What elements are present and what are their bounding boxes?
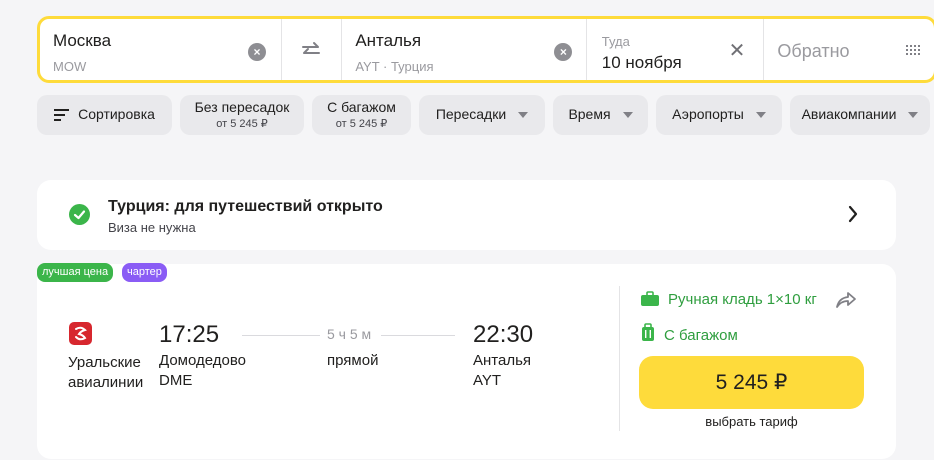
destination-code: AYT · Турция (355, 59, 434, 74)
swap-field (282, 19, 343, 80)
share-icon[interactable] (834, 290, 858, 310)
hand-luggage-option: Ручная кладь 1×10 кг (640, 291, 817, 308)
origin-field[interactable]: Москва MOW × (40, 19, 283, 80)
travel-info-title: Турция: для путешествий открыто (108, 198, 383, 215)
flight-card[interactable]: Уральские авиалинии 17:25 Домодедово DME… (37, 264, 896, 459)
departure-place: Домодедово DME (159, 351, 246, 391)
chevron-down-icon (622, 112, 633, 118)
hand-luggage-label: Ручная кладь 1×10 кг (668, 291, 817, 308)
filter-bar: Сортировка Без пересадок от 5 245 ₽ С ба… (37, 95, 934, 135)
calendar-icon (906, 45, 921, 55)
origin-city: Москва (53, 31, 112, 50)
route-line-left (242, 335, 320, 336)
sort-icon (54, 109, 70, 121)
departure-date-field[interactable]: Туда 10 ноября ✕ (587, 19, 765, 80)
baggage-label: С багажом (327, 99, 396, 116)
nonstop-label: Без пересадок (194, 99, 290, 116)
airline-name: Уральские авиалинии (68, 353, 143, 393)
destination-field[interactable]: Анталья AYT · Турция × (342, 19, 587, 80)
airports-label: Аэропорты (672, 106, 744, 123)
card-divider (619, 286, 620, 431)
chevron-down-icon (755, 112, 766, 118)
time-label: Время (568, 106, 611, 123)
travel-info-subtitle: Виза не нужна (108, 220, 196, 235)
arrival-place: Анталья AYT (473, 351, 531, 391)
sort-label: Сортировка (78, 106, 155, 123)
search-bar: Москва MOW × Анталья AYT · Турция × Туда… (37, 16, 934, 83)
departure-time: 17:25 (159, 321, 220, 348)
check-circle-icon (69, 204, 90, 225)
flight-duration: 5 ч 5 м (327, 326, 372, 342)
nonstop-filter[interactable]: Без пересадок от 5 245 ₽ (180, 95, 304, 135)
airline-name-line2: авиалинии (68, 374, 144, 391)
flight-stops: прямой (327, 352, 379, 369)
baggage-price: от 5 245 ₽ (335, 117, 388, 130)
chevron-right-icon (848, 205, 858, 223)
route-line-right (381, 335, 455, 336)
origin-code: MOW (53, 59, 87, 74)
price-button[interactable]: 5 245 ₽ (639, 356, 864, 409)
arrival-code: AYT (473, 372, 502, 389)
nonstop-price: от 5 245 ₽ (216, 117, 268, 130)
airline-logo (69, 322, 92, 345)
baggage-option-label: С багажом (664, 327, 738, 344)
clear-date-icon[interactable]: ✕ (729, 41, 746, 61)
sort-button[interactable]: Сортировка (37, 95, 172, 135)
departure-date-label: Туда (601, 34, 630, 49)
return-date-field[interactable]: Обратно (764, 19, 934, 80)
choose-tariff-link[interactable]: выбрать тариф (639, 414, 864, 429)
arrival-time: 22:30 (473, 321, 534, 348)
chevron-down-icon (908, 112, 919, 118)
departure-date-value: 10 ноября (601, 53, 682, 72)
return-date-placeholder: Обратно (777, 41, 850, 61)
transfers-label: Пересадки (435, 106, 507, 123)
baggage-filter[interactable]: С багажом от 5 245 ₽ (312, 95, 411, 135)
departure-airport: Домодедово (159, 352, 246, 369)
suitcase-icon (642, 323, 654, 341)
hand-luggage-icon (641, 291, 659, 306)
travel-info-card[interactable]: Турция: для путешествий открыто Виза не … (37, 180, 896, 250)
best-price-badge: лучшая цена (37, 263, 114, 282)
clear-origin-icon[interactable]: × (248, 43, 266, 61)
destination-city: Анталья (355, 31, 422, 50)
baggage-option: С багажом (640, 323, 738, 344)
airlines-label: Авиакомпании (801, 106, 897, 123)
transfers-filter[interactable]: Пересадки (419, 95, 545, 135)
arrival-city: Анталья (473, 352, 532, 369)
clear-destination-icon[interactable]: × (554, 43, 573, 61)
airline-name-line1: Уральские (68, 354, 141, 371)
departure-code: DME (159, 372, 193, 389)
swap-icon[interactable] (301, 41, 321, 59)
time-filter[interactable]: Время (553, 95, 648, 135)
airlines-filter[interactable]: Авиакомпании (790, 95, 930, 135)
chevron-down-icon (518, 112, 529, 118)
airports-filter[interactable]: Аэропорты (656, 95, 782, 135)
charter-badge: чартер (122, 263, 167, 282)
